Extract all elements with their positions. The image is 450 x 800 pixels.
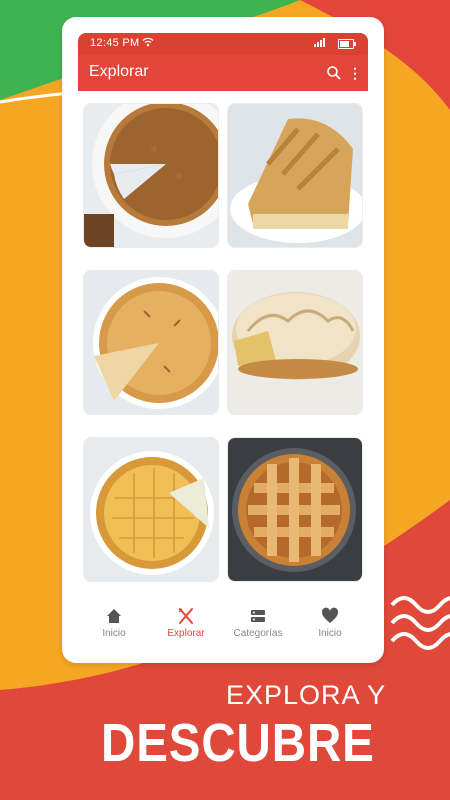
recipe-image-lattice-custard-pie (84, 438, 218, 581)
nav-label: Explorar (167, 628, 205, 639)
battery-icon (338, 39, 356, 49)
nav-label: Inicio (318, 628, 342, 639)
nav-item-categories[interactable]: Categorías (222, 603, 294, 647)
fork-knife-icon (178, 608, 193, 624)
nav-item-favorites[interactable]: Inicio (294, 603, 366, 647)
status-bar: 12:45 PM (78, 33, 368, 55)
bottom-navigation: Inicio Explorar Categorías Inicio (78, 603, 368, 647)
page-title: Explorar (89, 63, 149, 80)
recipe-card[interactable] (84, 438, 218, 581)
recipe-card[interactable] (228, 271, 362, 414)
recipe-card[interactable] (84, 104, 218, 247)
nav-label: Inicio (102, 628, 126, 639)
home-icon (107, 609, 121, 623)
app-bar: Explorar ⋮ (78, 55, 368, 91)
promo-headline-line2: DESCUBRE (101, 713, 375, 773)
search-icon[interactable] (326, 65, 342, 81)
nav-label: Categorías (233, 628, 283, 639)
recipe-image-sugar-pie (84, 104, 218, 247)
status-time: 12:45 PM (90, 37, 140, 49)
categories-icon (251, 610, 265, 622)
recipe-card[interactable] (84, 271, 218, 414)
phone-frame: 12:45 PM Explorar ⋮ Inicio Explorar Cate… (62, 17, 384, 663)
recipe-image-meringue-pie (228, 271, 362, 414)
app-screen: 12:45 PM Explorar ⋮ Inicio Explorar Cate… (78, 33, 368, 647)
wifi-icon (142, 37, 154, 47)
more-options-icon[interactable]: ⋮ (348, 64, 362, 82)
recipe-image-lattice-apple-pie (228, 438, 362, 581)
promo-headline-line1: EXPLORA Y (226, 680, 387, 710)
nav-item-home[interactable]: Inicio (78, 603, 150, 647)
signal-icon (314, 38, 325, 47)
recipe-card[interactable] (228, 104, 362, 247)
recipe-image-double-crust-pie (84, 271, 218, 414)
recipe-card[interactable] (228, 438, 362, 581)
heart-icon (321, 607, 339, 623)
recipe-image-apple-pie-slice (228, 104, 362, 247)
nav-item-explore[interactable]: Explorar (150, 603, 222, 647)
